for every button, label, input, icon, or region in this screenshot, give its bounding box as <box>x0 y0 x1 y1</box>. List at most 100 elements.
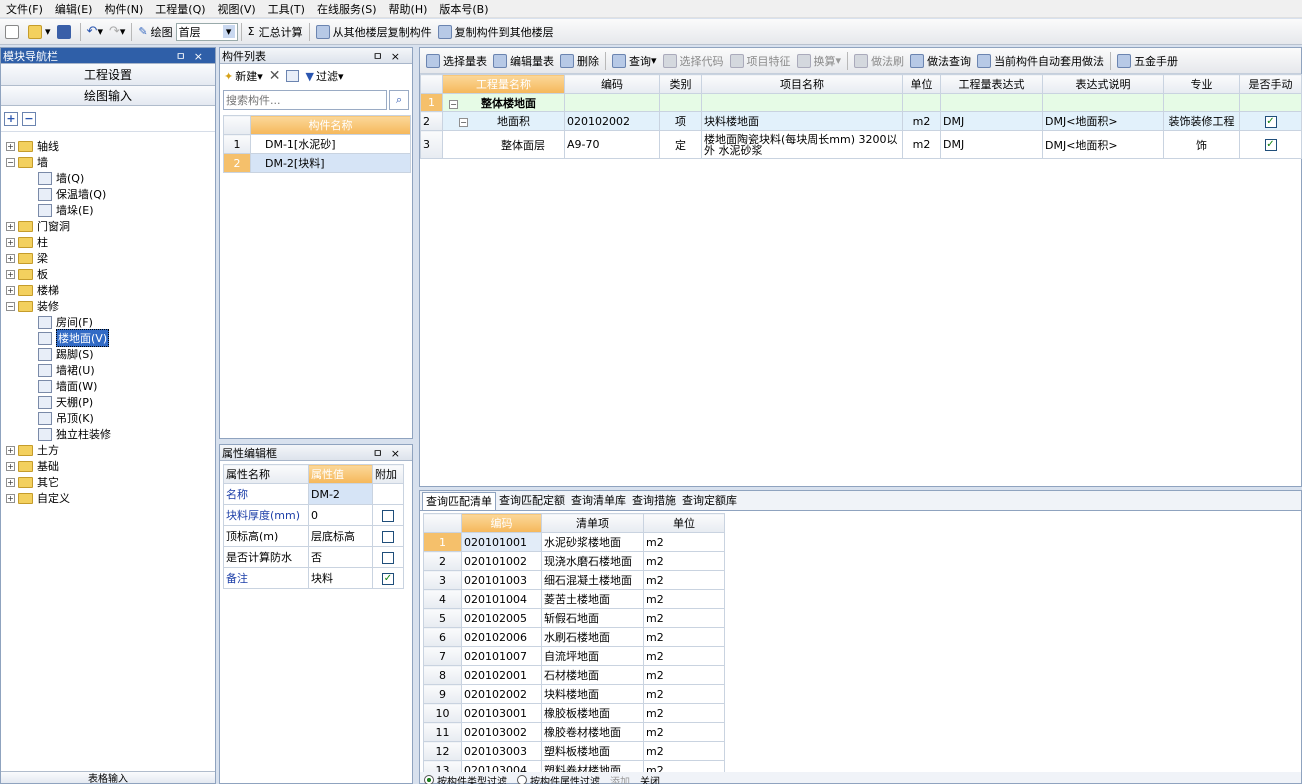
expand-icon[interactable]: + <box>6 461 15 471</box>
menu-item[interactable]: 工具(T) <box>262 1 311 17</box>
qty-cell-item[interactable]: 块料楼地面 <box>701 111 903 131</box>
qty-cell-item[interactable]: 楼地面陶瓷块料(每块周长mm) 3200以外 水泥砂浆 <box>701 130 903 159</box>
qty-row[interactable]: 1− 整体楼地面 <box>420 93 1302 112</box>
property-value[interactable]: DM-2 <box>308 483 373 505</box>
qty-cell-spec[interactable]: 饰 <box>1163 130 1240 159</box>
pin-close-icons[interactable]: ㅁ× <box>373 445 408 461</box>
property-row[interactable]: 顶标高(m) 层底标高 <box>223 525 404 547</box>
collapse-icon[interactable]: − <box>449 99 458 109</box>
tree-item[interactable]: 独立柱装修 <box>1 426 215 442</box>
match-row[interactable]: 1 020101001 水泥砂浆楼地面 m2 <box>423 532 725 552</box>
delete-component-icon[interactable]: ✕ <box>269 68 281 84</box>
project-settings-button[interactable]: 工程设置 <box>1 64 215 86</box>
expand-icon[interactable]: + <box>6 477 15 487</box>
component-search-input[interactable] <box>223 90 388 110</box>
checkbox-icon[interactable] <box>382 551 394 564</box>
tree-folder[interactable]: + 梁 <box>1 250 215 266</box>
qty-toolbar-button[interactable]: 换算 ▾ <box>794 50 845 72</box>
table-input-button[interactable]: 表格输入 <box>1 771 215 783</box>
menu-item[interactable]: 文件(F) <box>0 1 49 17</box>
query-tab[interactable]: 查询匹配定额 <box>496 492 568 510</box>
tree-item[interactable]: 墙裙(U) <box>1 362 215 378</box>
property-attach-cell[interactable] <box>372 525 404 547</box>
draw-input-button[interactable]: 绘图输入 <box>1 86 215 106</box>
qty-cell-name[interactable]: − 整体楼地面 <box>442 93 565 112</box>
menu-item[interactable]: 编辑(E) <box>49 1 99 17</box>
qty-cell-cat[interactable]: 定 <box>659 130 702 159</box>
expand-icon[interactable]: + <box>6 253 15 263</box>
qty-toolbar-button[interactable]: 做法刷 <box>851 50 907 72</box>
qty-toolbar-button[interactable]: 编辑量表 <box>490 50 557 72</box>
qty-manual-cell[interactable]: ✓ <box>1239 130 1302 159</box>
qty-toolbar-button[interactable]: 五金手册 <box>1114 50 1181 72</box>
qty-manual-cell[interactable]: ✓ <box>1239 111 1302 131</box>
expand-icon[interactable]: + <box>6 237 15 247</box>
filter-by-attr-option[interactable]: 按构件属性过滤 <box>517 774 600 784</box>
sum-calc-button[interactable]: Σ 汇总计算 <box>245 21 306 43</box>
qty-cell-code[interactable]: 020102002 <box>564 111 660 131</box>
match-row[interactable]: 13 020103004 塑料卷材楼地面 m2 <box>423 760 725 772</box>
qty-cell-expr[interactable]: DMJ <box>940 111 1043 131</box>
match-row[interactable]: 9 020102002 块料楼地面 m2 <box>423 684 725 704</box>
collapse-icon[interactable]: − <box>6 157 15 167</box>
match-row[interactable]: 3 020101003 细石混凝土楼地面 m2 <box>423 570 725 590</box>
qty-cell-expr[interactable] <box>940 93 1043 112</box>
tree-item[interactable]: 墙面(W) <box>1 378 215 394</box>
property-attach-cell[interactable] <box>372 483 404 505</box>
copy-to-floor-button[interactable]: 复制构件到其他楼层 <box>435 21 557 43</box>
tree-item[interactable]: 天棚(P) <box>1 394 215 410</box>
tree-folder[interactable]: + 基础 <box>1 458 215 474</box>
property-attach-cell[interactable] <box>372 546 404 568</box>
collapse-icon[interactable]: − <box>6 301 15 311</box>
close-button[interactable]: 关闭 <box>640 774 660 784</box>
query-tab[interactable]: 查询清单库 <box>568 492 629 510</box>
tree-item[interactable]: 踢脚(S) <box>1 346 215 362</box>
search-icon[interactable]: ⌕ <box>389 90 409 110</box>
tree-item[interactable]: 保温墙(Q) <box>1 186 215 202</box>
tree-item[interactable]: 墙垛(E) <box>1 202 215 218</box>
query-tab[interactable]: 查询措施 <box>629 492 679 510</box>
open-file-button[interactable]: ▾ <box>25 21 54 43</box>
qty-cell-cat[interactable] <box>659 93 702 112</box>
property-value[interactable]: 块料 <box>308 567 373 589</box>
expand-icon[interactable]: + <box>6 141 15 151</box>
qty-toolbar-button[interactable]: 删除 <box>557 50 602 72</box>
menu-item[interactable]: 视图(V) <box>212 1 262 17</box>
qty-toolbar-button[interactable]: 做法查询 <box>907 50 974 72</box>
property-attach-cell[interactable] <box>372 504 404 526</box>
match-row[interactable]: 7 020101007 自流坪地面 m2 <box>423 646 725 666</box>
match-row[interactable]: 12 020103003 塑料板楼地面 m2 <box>423 741 725 761</box>
property-value[interactable]: 层底标高 <box>308 525 373 547</box>
draw-button[interactable]: ✎ 绘图 <box>135 21 175 43</box>
qty-cell-unit[interactable]: m2 <box>902 111 941 131</box>
qty-cell-code[interactable] <box>564 93 660 112</box>
tree-item[interactable]: 楼地面(V) <box>1 329 215 347</box>
copy-component-icon[interactable] <box>286 70 300 82</box>
query-tab[interactable]: 查询匹配清单 <box>422 492 496 510</box>
property-attach-cell[interactable]: ✓ <box>372 567 404 589</box>
qty-cell-spec[interactable] <box>1163 93 1240 112</box>
qty-toolbar-button[interactable]: 当前构件自动套用做法 <box>974 50 1107 72</box>
checkbox-icon[interactable] <box>382 530 394 543</box>
expand-icon[interactable]: + <box>6 269 15 279</box>
pin-close-icons[interactable]: ㅁ× <box>176 48 211 64</box>
qty-cell-desc[interactable]: DMJ<地面积> <box>1042 130 1164 159</box>
checkbox-icon[interactable] <box>382 509 394 522</box>
collapse-all-icon[interactable]: − <box>22 111 36 126</box>
match-row[interactable]: 10 020103001 橡胶板楼地面 m2 <box>423 703 725 723</box>
save-button[interactable] <box>54 21 77 43</box>
qty-toolbar-button[interactable]: 选择代码 <box>660 50 727 72</box>
undo-button[interactable]: ↶ ▾ <box>84 21 106 43</box>
tree-folder[interactable]: + 土方 <box>1 442 215 458</box>
menu-item[interactable]: 构件(N) <box>98 1 149 17</box>
tree-folder[interactable]: + 门窗洞 <box>1 218 215 234</box>
tree-folder[interactable]: + 自定义 <box>1 490 215 506</box>
tree-folder[interactable]: + 轴线 <box>1 138 215 154</box>
tree-item[interactable]: 房间(F) <box>1 314 215 330</box>
tree-folder[interactable]: + 楼梯 <box>1 282 215 298</box>
tree-folder[interactable]: + 其它 <box>1 474 215 490</box>
qty-cell-code[interactable]: A9-70 <box>564 130 660 159</box>
tree-folder[interactable]: + 柱 <box>1 234 215 250</box>
tree-item[interactable]: 吊顶(K) <box>1 410 215 426</box>
property-value[interactable]: 否 <box>308 546 373 568</box>
